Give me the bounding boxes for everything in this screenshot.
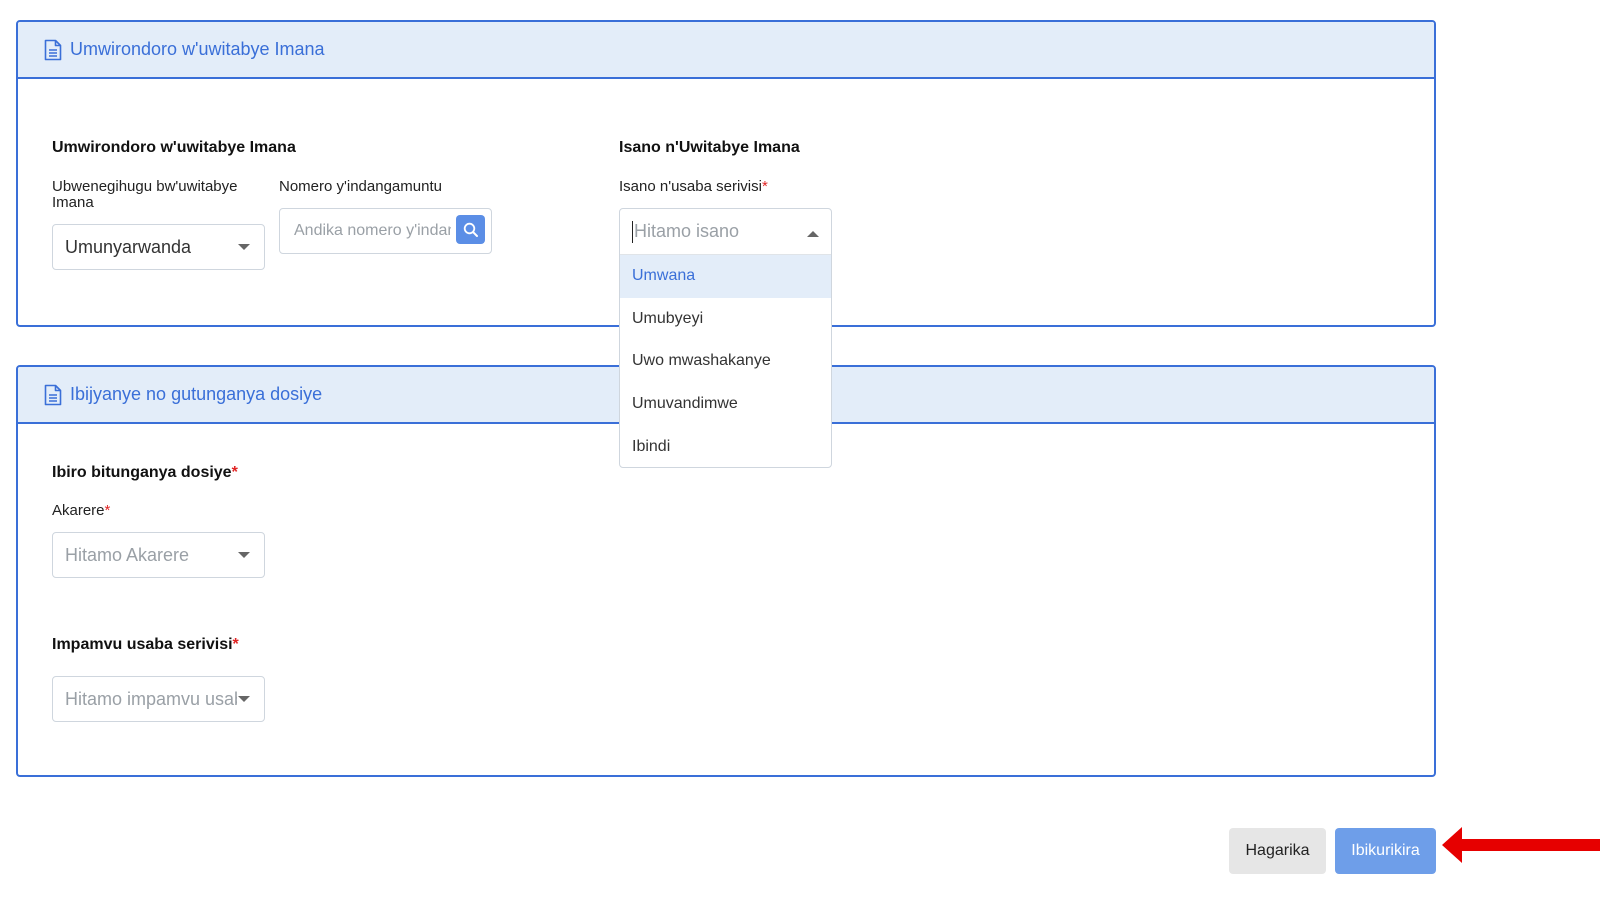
required-marker: * [104, 502, 111, 519]
dropdown-option[interactable]: Umuvandimwe [620, 383, 831, 426]
search-icon [463, 222, 478, 237]
section-title-profile: Umwirondoro w'uwitabye Imana [52, 139, 296, 156]
reason-title: Impamvu usaba serivisi [52, 636, 233, 653]
reason-select[interactable]: Hitamo impamvu usaba serivisi [52, 676, 265, 722]
required-marker: * [761, 178, 768, 195]
cancel-button[interactable]: Hagarika [1229, 828, 1326, 874]
district-placeholder: Hitamo Akarere [65, 544, 190, 565]
reason-title-wrap: Impamvu usaba serivisi* [52, 636, 239, 654]
id-number-label: Nomero y'indangamuntu [279, 178, 442, 195]
required-marker: * [231, 464, 238, 481]
card-title: Umwirondoro w'uwitabye Imana [70, 39, 325, 59]
nationality-select[interactable]: Umunyarwanda [52, 224, 265, 270]
card-title: Ibijyanye no gutunganya dosiye [70, 384, 323, 404]
id-number-field [279, 208, 492, 254]
relation-search-input[interactable]: Hitamo isano [620, 209, 831, 255]
chevron-up-icon [807, 231, 819, 237]
dropdown-option[interactable]: Uwo mwashakanye [620, 340, 831, 383]
relation-placeholder: Hitamo isano [634, 221, 740, 241]
document-icon [44, 384, 62, 405]
next-button[interactable]: Ibikurikira [1335, 828, 1436, 874]
district-label: Akarere [52, 502, 105, 519]
required-marker: * [232, 636, 239, 653]
search-button[interactable] [456, 215, 485, 244]
reason-placeholder: Hitamo impamvu usaba serivisi [65, 688, 237, 709]
card-header: Umwirondoro w'uwitabye Imana [18, 22, 1434, 79]
relation-dropdown[interactable]: Hitamo isano Umwana Umubyeyi Uwo mwashak… [619, 208, 832, 468]
chevron-down-icon [238, 244, 250, 250]
section-title-relation: Isano n'Uwitabye Imana [619, 139, 800, 156]
document-icon [44, 39, 62, 60]
text-cursor [632, 220, 633, 243]
district-select[interactable]: Hitamo Akarere [52, 532, 265, 578]
office-title-wrap: Ibiro bitunganya dosiye* [52, 464, 238, 482]
nationality-label: Ubwenegihugu bw'uwitabye Imana [52, 178, 238, 211]
district-label-wrap: Akarere* [52, 503, 110, 519]
dropdown-option[interactable]: Umubyeyi [620, 298, 831, 341]
relation-label-wrap: Isano n'usaba serivisi* [619, 179, 768, 195]
dropdown-option[interactable]: Ibindi [620, 425, 831, 468]
chevron-down-icon [238, 552, 250, 558]
nationality-value: Umunyarwanda [65, 236, 192, 257]
dropdown-option[interactable]: Umwana [620, 255, 831, 298]
chevron-down-icon [238, 696, 250, 702]
office-title: Ibiro bitunganya dosiye [52, 464, 232, 481]
red-arrow-annotation [1442, 827, 1600, 863]
id-number-input[interactable] [281, 210, 451, 252]
relation-label: Isano n'usaba serivisi [619, 178, 762, 195]
